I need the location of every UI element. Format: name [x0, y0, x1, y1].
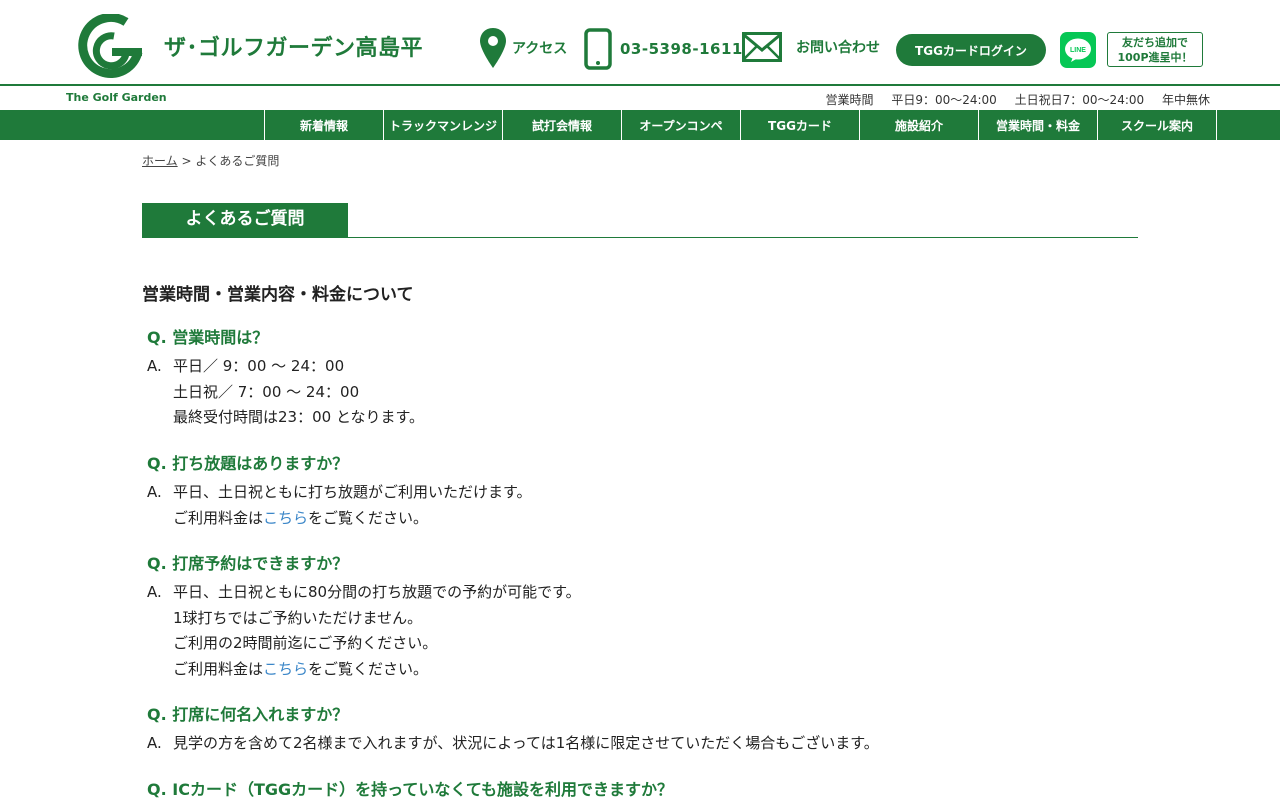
faq-answer: A. 見学の方を含めて2名様まで入れますが、状況によっては1名様に限定させていた… — [147, 731, 1147, 757]
section-title: 営業時間・営業内容・料金について — [142, 285, 414, 305]
hours-holiday: 年中無休 — [1161, 93, 1210, 107]
breadcrumb: ホーム > よくあるご質問 — [142, 152, 279, 169]
faq-answer: A. 平日、土日祝ともに80分間の打ち放題での予約が可能です。 1球打ちではご予… — [147, 580, 1147, 682]
answer-body: 見学の方を含めて2名様まで入れますが、状況によっては1名様に限定させていただく場… — [173, 731, 879, 757]
golf-garden-logo[interactable] — [74, 14, 146, 80]
line-icon-text: LINE — [1070, 47, 1086, 54]
answer-line: ご利用の2時間前迄にご予約ください。 — [173, 634, 438, 652]
nav-item-hours-fees[interactable]: 営業時間・料金 — [978, 110, 1097, 140]
nav-item-school[interactable]: スクール案内 — [1097, 110, 1217, 140]
answer-line: 見学の方を含めて2名様まで入れますが、状況によっては1名様に限定させていただく場… — [173, 734, 879, 752]
line-icon[interactable]: LINE — [1060, 32, 1096, 68]
answer-prefix: A. — [147, 583, 162, 601]
breadcrumb-home[interactable]: ホーム — [142, 154, 178, 168]
faq-answer: A. 平日／ 9：00 〜 24：00 土日祝／ 7：00 〜 24：00 最終… — [147, 354, 1147, 431]
faq-item: Q. ICカード（TGGカード）を持っていなくても施設を利用できますか？ — [147, 778, 1147, 802]
answer-text: ご利用料金は — [173, 659, 264, 678]
answer-text: ご利用料金は — [173, 508, 264, 527]
answer-line: 平日／ 9：00 〜 24：00 — [173, 357, 345, 375]
answer-text: をご覧ください。 — [308, 508, 429, 527]
access-link[interactable]: アクセス — [480, 28, 567, 68]
global-nav: 新着情報 トラックマンレンジ 試打会情報 オープンコンペ TGGカード 施設紹介… — [0, 110, 1280, 140]
answer-line: 平日、土日祝ともに打ち放題がご利用いただけます。 — [173, 483, 532, 501]
fees-link[interactable]: こちら — [263, 509, 308, 527]
line-bubble-icon: LINE — [1065, 38, 1091, 62]
nav-items: 新着情報 トラックマンレンジ 試打会情報 オープンコンペ TGGカード 施設紹介… — [264, 110, 1217, 140]
faq-question: Q. ICカード（TGGカード）を持っていなくても施設を利用できますか？ — [147, 780, 674, 799]
brand-text: The Golf Garden — [66, 91, 167, 104]
contact-label: お問い合わせ — [796, 40, 880, 56]
faq-question: Q. 打席予約はできますか？ — [147, 554, 349, 573]
answer-line: 1球打ちではご予約いただけません。 — [173, 608, 423, 627]
site-title[interactable]: ザ･ゴルフガーデン高島平 — [164, 30, 423, 62]
answer-prefix: A. — [147, 734, 162, 752]
nav-item-trial-event[interactable]: 試打会情報 — [502, 110, 621, 140]
faq-answer: A. 平日、土日祝ともに打ち放題がご利用いただけます。 ご利用料金はこちらをご覧… — [147, 480, 1147, 531]
page-heading: よくあるご質問 — [142, 203, 1138, 238]
answer-body: 平日、土日祝ともに80分間の打ち放題での予約が可能です。 1球打ちではご予約いた… — [173, 580, 581, 682]
page-title: よくあるご質問 — [142, 203, 348, 237]
hours-weekend: 土日祝日7：00〜24:00 — [1014, 93, 1145, 107]
nav-item-facility[interactable]: 施設紹介 — [859, 110, 978, 140]
breadcrumb-separator: > — [181, 154, 192, 168]
answer-line: 最終受付時間は23：00 となります。 — [173, 408, 424, 426]
hours-weekday: 平日9：00〜24:00 — [891, 93, 997, 107]
answer-prefix: A. — [147, 483, 162, 501]
nav-item-tgg-card[interactable]: TGGカード — [740, 110, 859, 140]
contact-link[interactable]: お問い合わせ — [742, 32, 880, 62]
faq-question: Q. 打ち放題はありますか？ — [147, 454, 349, 473]
map-pin-icon — [480, 28, 506, 68]
breadcrumb-current: よくあるご質問 — [195, 154, 280, 168]
faq-item: Q. 打席予約はできますか？ A. 平日、土日祝ともに80分間の打ち放題での予約… — [147, 552, 1147, 682]
sub-header-bar: The Golf Garden 営業時間 平日9：00〜24:00 土日祝日7：… — [0, 84, 1280, 110]
fees-link[interactable]: こちら — [263, 660, 308, 678]
friend-line-1: 友だち追加で — [1122, 35, 1188, 49]
answer-prefix: A. — [147, 357, 162, 375]
answer-line: 平日、土日祝ともに80分間の打ち放題での予約が可能です。 — [173, 583, 581, 601]
nav-item-trackman-range[interactable]: トラックマンレンジ — [383, 110, 502, 140]
faq-item: Q. 打席に何名入れますか？ A. 見学の方を含めて2名様まで入れますが、状況に… — [147, 703, 1147, 757]
mail-icon — [742, 32, 782, 62]
answer-line: 土日祝／ 7：00 〜 24：00 — [173, 382, 360, 401]
answer-line: ご利用料金はこちらをご覧ください。 — [173, 657, 581, 683]
business-hours: 営業時間 平日9：00〜24:00 土日祝日7：00〜24:00 年中無休 — [811, 91, 1210, 108]
tgg-card-login-button[interactable]: TGGカードログイン — [896, 34, 1046, 66]
friend-line-2: 100P進呈中！ — [1117, 50, 1193, 64]
answer-line: ご利用料金はこちらをご覧ください。 — [173, 506, 532, 532]
answer-body: 平日／ 9：00 〜 24：00 土日祝／ 7：00 〜 24：00 最終受付時… — [173, 354, 424, 431]
line-friend-add-button[interactable]: 友だち追加で 100P進呈中！ — [1107, 32, 1203, 67]
faq-question: Q. 営業時間は？ — [147, 328, 269, 347]
faq-item: Q. 打ち放題はありますか？ A. 平日、土日祝ともに打ち放題がご利用いただけま… — [147, 452, 1147, 531]
nav-item-open-competition[interactable]: オープンコンペ — [621, 110, 740, 140]
access-label: アクセス — [512, 41, 568, 57]
answer-body: 平日、土日祝ともに打ち放題がご利用いただけます。 ご利用料金はこちらをご覧くださ… — [173, 480, 532, 531]
faq-item: Q. 営業時間は？ A. 平日／ 9：00 〜 24：00 土日祝／ 7：00 … — [147, 326, 1147, 431]
faq-question: Q. 打席に何名入れますか？ — [147, 705, 349, 724]
phone-number: 03-5398-1611 — [620, 40, 743, 58]
site-header: ザ･ゴルフガーデン高島平 アクセス 03-5398-1611 お問い合わせ TG… — [0, 0, 1280, 84]
nav-item-news[interactable]: 新着情報 — [264, 110, 383, 140]
answer-text: をご覧ください。 — [308, 659, 429, 678]
smartphone-icon — [584, 28, 612, 70]
hours-label: 営業時間 — [825, 93, 874, 107]
phone-link[interactable]: 03-5398-1611 — [584, 28, 743, 70]
